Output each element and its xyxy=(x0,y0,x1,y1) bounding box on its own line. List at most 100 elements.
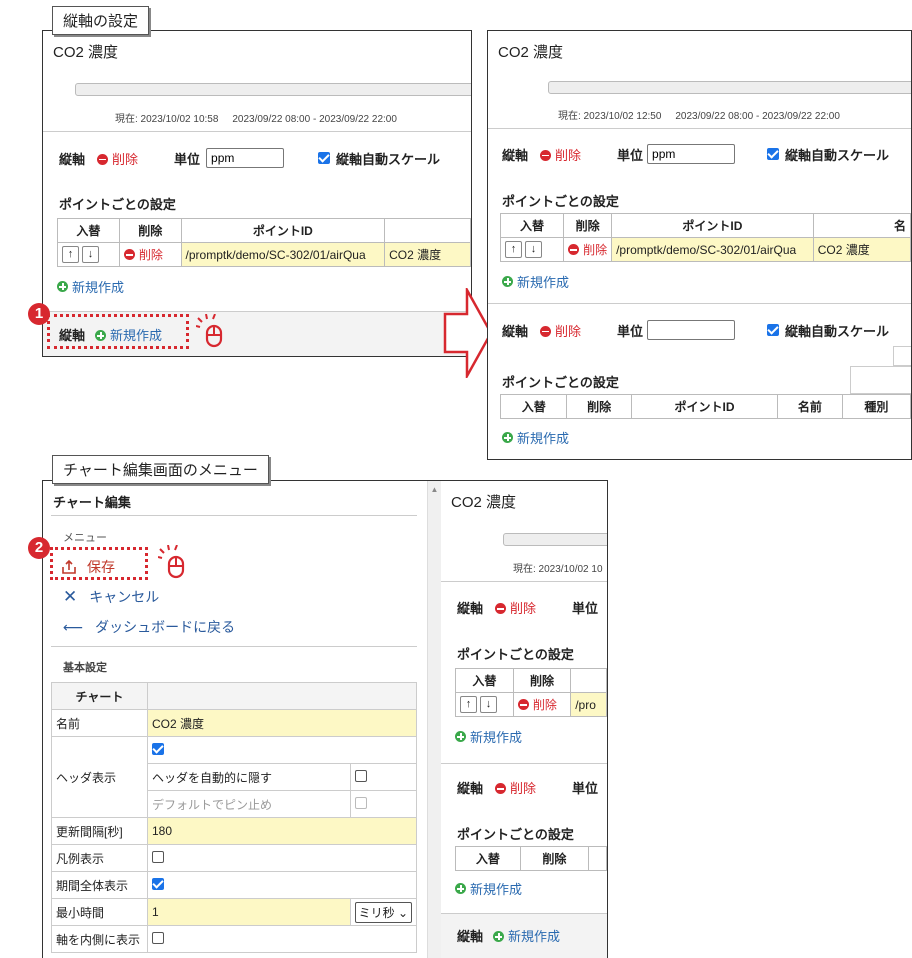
inner-axis-label: 軸を内側に表示 xyxy=(51,925,148,953)
row-delete-link[interactable]: 削除 xyxy=(512,692,572,717)
callout-editor-menu: チャート編集画面のメニュー xyxy=(52,455,269,484)
new-point-link[interactable]: 新規作成 xyxy=(455,727,522,746)
cancel-button[interactable]: ✕ キャンセル xyxy=(63,587,159,607)
basic-settings-heading: 基本設定 xyxy=(63,662,107,674)
plus-circle-icon xyxy=(455,883,466,894)
th-chart: チャート xyxy=(51,682,148,710)
axis-section: 縦軸 削除 単位 縦軸自動スケール ポイントごとの設定 入替 削除 ポイントID… xyxy=(43,131,471,311)
unit-label: 単位 xyxy=(617,147,644,163)
th-name: 名前 xyxy=(777,394,843,419)
points-setting-heading: ポイントごとの設定 xyxy=(502,194,619,209)
time-range-bar[interactable] xyxy=(503,533,607,546)
point-id-cell[interactable]: /pro xyxy=(570,692,607,717)
new-point-link[interactable]: 新規作成 xyxy=(57,277,124,296)
point-name-cell[interactable]: CO2 濃度 xyxy=(812,237,911,262)
unit-input[interactable] xyxy=(206,148,285,168)
time-range-bar[interactable] xyxy=(548,81,911,94)
editor-title: チャート編集 xyxy=(53,495,131,510)
axis-label: 縦軸 xyxy=(502,323,529,339)
chart-title: CO2 濃度 xyxy=(498,44,564,61)
chart-preview: CO2 濃度 現在: 2023/10/02 10 縦軸 削除 単位 ポイントごと… xyxy=(441,481,607,958)
move-up-button[interactable]: ↑ xyxy=(505,241,522,258)
default-pin-checkbox[interactable] xyxy=(354,796,367,809)
axis-delete-link[interactable]: 削除 xyxy=(540,145,581,164)
minus-circle-icon xyxy=(495,783,507,794)
plus-circle-icon xyxy=(57,281,68,292)
move-up-button[interactable]: ↑ xyxy=(62,246,79,263)
callout-axis-settings: 縦軸の設定 xyxy=(52,6,150,35)
auto-hide-checkbox[interactable] xyxy=(354,769,367,782)
points-table-empty: 入替 削除 xyxy=(455,846,607,871)
min-time-label: 最小時間 xyxy=(51,898,148,926)
name-input[interactable]: CO2 濃度 xyxy=(147,709,417,737)
row-delete-link[interactable]: 削除 xyxy=(563,237,613,262)
inner-axis-checkbox[interactable] xyxy=(152,931,164,944)
unit-label: 単位 xyxy=(572,781,599,796)
new-point-link[interactable]: 新規作成 xyxy=(502,428,569,447)
points-setting-heading: ポイントごとの設定 xyxy=(502,375,619,390)
new-point-link[interactable]: 新規作成 xyxy=(455,879,522,898)
point-id-cell[interactable]: /promptk/demo/SC-302/01/airQua xyxy=(611,237,814,262)
unit-label: 単位 xyxy=(174,151,201,167)
axis-delete-link[interactable]: 削除 xyxy=(495,778,536,797)
scrollbar[interactable]: ▲ xyxy=(427,481,441,958)
new-point-link[interactable]: 新規作成 xyxy=(502,272,569,291)
plus-circle-icon xyxy=(502,432,513,443)
move-down-button[interactable]: ↓ xyxy=(82,246,99,263)
minus-circle-icon xyxy=(517,699,529,710)
interval-label: 更新間隔[秒] xyxy=(51,817,148,845)
highlight-new-axis xyxy=(47,314,189,349)
axis-delete-link[interactable]: 削除 xyxy=(495,598,536,617)
row-delete-link[interactable]: 削除 xyxy=(118,242,182,267)
unit-input-empty[interactable] xyxy=(647,320,736,340)
minus-circle-icon xyxy=(540,149,552,161)
th-swap: 入替 xyxy=(499,213,565,238)
min-time-input[interactable]: 1 xyxy=(147,898,351,926)
legend-checkbox[interactable] xyxy=(152,850,164,863)
points-table: 入替 削除 ポイントID 名 ↑ ↓ 削除 /promptk/demo/SC-30… xyxy=(499,213,911,262)
min-time-unit-select[interactable]: ミリ秒 ⌄ xyxy=(354,901,412,923)
whole-period-checkbox[interactable] xyxy=(152,877,164,890)
auto-scale-checkbox[interactable] xyxy=(318,152,331,164)
th-point-id: ポイントID xyxy=(630,394,779,419)
th-delete: 削除 xyxy=(512,668,572,693)
points-setting-heading: ポイントごとの設定 xyxy=(457,827,574,842)
interval-input[interactable]: 180 xyxy=(147,817,417,845)
table-row: ↑ ↓ 削除 /promptk/demo/SC-302/01/airQua CO2… xyxy=(499,237,911,262)
menu-heading: メニュー xyxy=(63,532,107,544)
move-down-button[interactable]: ↓ xyxy=(525,241,542,258)
mouse-click-icon xyxy=(158,545,185,579)
move-up-button[interactable]: ↑ xyxy=(460,696,477,713)
time-range-bar[interactable] xyxy=(75,83,471,96)
axis-label: 縦軸 xyxy=(59,151,86,167)
auto-scale-checkbox[interactable] xyxy=(767,148,780,160)
header-display-checkbox[interactable] xyxy=(152,742,164,755)
scroll-up-arrow-icon: ▲ xyxy=(430,485,439,494)
th-swap: 入替 xyxy=(499,394,568,419)
basic-settings-table: チャート 名前 CO2 濃度 ヘッダ表示 ヘッダを自動的に隠す デフォルトでピン… xyxy=(51,682,418,953)
table-row: ↑ ↓ 削除 /pro xyxy=(455,692,607,717)
preview-add-axis: 縦軸 新規作成 xyxy=(441,913,607,958)
axis-delete-link[interactable]: 削除 xyxy=(540,321,581,340)
preview-axis-1: 縦軸 削除 単位 ポイントごとの設定 入替 削除 ↑ ↓ 削除 /pro 新規作成 xyxy=(441,581,607,751)
axis-section-1: 縦軸 削除 単位 縦軸自動スケール ポイントごとの設定 入替 削除 ポイントID… xyxy=(488,128,911,303)
point-name-cell[interactable]: CO2 濃度 xyxy=(384,242,471,267)
minus-circle-icon xyxy=(495,603,507,614)
th-delete: 削除 xyxy=(566,394,632,419)
unit-label: 単位 xyxy=(617,323,644,339)
minus-circle-icon xyxy=(97,153,109,165)
minus-circle-icon xyxy=(568,244,580,255)
unit-input[interactable] xyxy=(647,144,736,164)
chevron-down-icon: ⌄ xyxy=(397,905,408,920)
back-to-dashboard-link[interactable]: ⟵ ダッシュボードに戻る xyxy=(63,617,235,637)
auto-scale-label: 縦軸自動スケール xyxy=(785,147,890,163)
header-display-label: ヘッダ表示 xyxy=(51,736,148,818)
axis-delete-link[interactable]: 削除 xyxy=(97,149,138,168)
point-id-cell[interactable]: /promptk/demo/SC-302/01/airQua xyxy=(180,242,386,267)
time-info: 現在: 2023/10/02 12:50 2023/09/22 08:00 - … xyxy=(558,111,840,122)
move-down-button[interactable]: ↓ xyxy=(480,696,497,713)
mouse-click-icon xyxy=(196,314,223,348)
auto-scale-checkbox[interactable] xyxy=(767,324,780,336)
new-axis-link[interactable]: 新規作成 xyxy=(493,926,560,945)
step-badge-2: 2 xyxy=(28,537,50,559)
